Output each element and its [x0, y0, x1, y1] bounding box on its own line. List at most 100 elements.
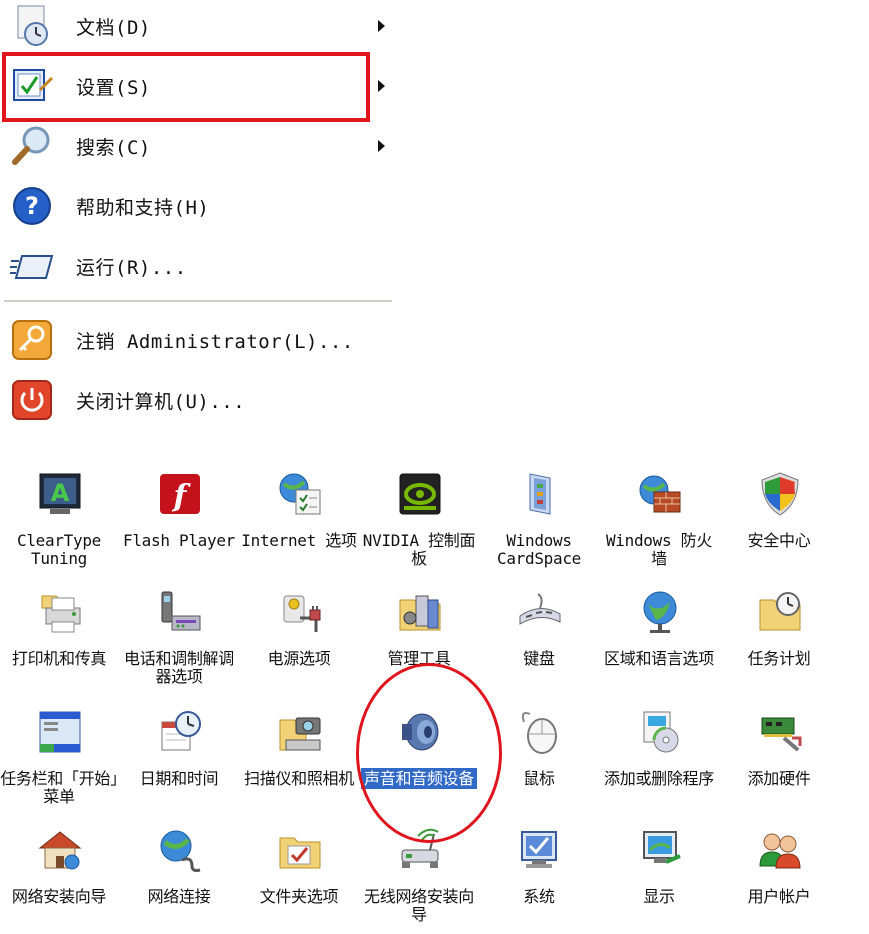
network-wizard-icon [36, 826, 84, 874]
cp-item-label: Windows 防火墙 [605, 531, 713, 568]
cp-item-scheduled-tasks[interactable]: 任务计划 [720, 578, 838, 696]
admin-tools-icon [396, 588, 444, 636]
cp-item-region[interactable]: 区域和语言选项 [600, 578, 718, 696]
menu-item-shutdown[interactable]: 关闭计算机(U)... [0, 370, 392, 430]
menu-item-help[interactable]: ? 帮助和支持(H) [0, 176, 392, 236]
cp-item-label: 日期和时间 [139, 769, 219, 788]
cp-item-label: 任务计划 [747, 649, 811, 668]
cp-item-label: Internet 选项 [241, 531, 357, 550]
add-hardware-icon [756, 708, 804, 756]
internet-options-icon [276, 470, 324, 518]
user-accounts-icon [756, 826, 804, 874]
cardspace-icon [516, 470, 564, 518]
cp-item-label: 系统 [523, 887, 555, 906]
submenu-arrow-icon [378, 20, 385, 32]
cp-item-label: 区域和语言选项 [604, 649, 714, 668]
menu-item-label: 注销 Administrator(L)... [76, 330, 354, 353]
cp-item-label: 打印机和传真 [11, 649, 107, 668]
keyboard-icon [516, 588, 564, 636]
menu-item-label: 帮助和支持(H) [76, 196, 210, 219]
cp-item-add-remove[interactable]: 添加或删除程序 [600, 698, 718, 816]
flash-icon: f [156, 470, 204, 518]
cp-item-datetime[interactable]: 日期和时间 [120, 698, 238, 816]
firewall-icon [636, 470, 684, 518]
cp-item-wireless-wizard[interactable]: 无线网络安装向导 [360, 816, 478, 934]
cp-item-internet-options[interactable]: Internet 选项 [240, 460, 358, 578]
start-menu: 文档(D) 设置(S) 搜索(C) ? 帮助和支持(H) 运行(R)... 注销… [0, 0, 400, 430]
menu-item-logoff[interactable]: 注销 Administrator(L)... [0, 310, 392, 370]
cp-item-firewall[interactable]: Windows 防火墙 [600, 460, 718, 578]
cp-item-label: ClearType Tuning [17, 531, 101, 568]
cp-item-label: 鼠标 [523, 769, 555, 788]
cp-item-nvidia[interactable]: NVIDIA 控制面板 [360, 460, 478, 578]
help-icon: ? [10, 184, 54, 228]
add-remove-icon [636, 708, 684, 756]
control-panel-grid: A ClearType Tuning f Flash Player Intern… [0, 450, 869, 931]
cp-item-label: Flash Player [123, 531, 235, 550]
menu-item-run[interactable]: 运行(R)... [0, 236, 392, 296]
cp-item-label: NVIDIA 控制面板 [362, 531, 476, 568]
region-icon [636, 588, 684, 636]
cp-item-network-connections[interactable]: 网络连接 [120, 816, 238, 934]
network-connections-icon [156, 826, 204, 874]
menu-item-documents[interactable]: 文档(D) [0, 0, 392, 56]
cp-item-sound[interactable]: 声音和音频设备 [360, 698, 478, 816]
mouse-icon [516, 708, 564, 756]
cp-item-label: 键盘 [523, 649, 555, 668]
power-icon [276, 588, 324, 636]
cp-item-cardspace[interactable]: Windows CardSpace [480, 460, 598, 578]
svg-text:?: ? [25, 192, 39, 220]
cp-item-label: 显示 [643, 887, 675, 906]
datetime-icon [156, 708, 204, 756]
cp-item-folder-options[interactable]: 文件夹选项 [240, 816, 358, 934]
cleartype-icon: A [36, 470, 84, 518]
cp-item-add-hardware[interactable]: 添加硬件 [720, 698, 838, 816]
scanner-icon [276, 708, 324, 756]
cp-item-label: 安全中心 [747, 531, 811, 550]
cp-item-label: 添加或删除程序 [604, 769, 714, 788]
cp-item-taskbar[interactable]: 任务栏和「开始」菜单 [0, 698, 118, 816]
wireless-wizard-icon [396, 826, 444, 874]
run-icon [10, 244, 54, 288]
menu-item-label: 文档(D) [76, 16, 151, 39]
cp-item-label: 电源选项 [267, 649, 331, 668]
cp-item-user-accounts[interactable]: 用户帐户 [720, 816, 838, 934]
menu-item-label: 搜索(C) [76, 136, 151, 159]
cp-item-mouse[interactable]: 鼠标 [480, 698, 598, 816]
folder-options-icon [276, 826, 324, 874]
cp-item-security-center[interactable]: 安全中心 [720, 460, 838, 578]
cp-item-cleartype[interactable]: A ClearType Tuning [0, 460, 118, 578]
menu-item-label: 设置(S) [76, 76, 151, 99]
cp-item-label: 网络连接 [147, 887, 211, 906]
sound-icon [396, 708, 444, 756]
settings-icon [10, 64, 54, 108]
menu-separator [4, 300, 392, 302]
logoff-icon [10, 318, 54, 362]
cp-item-label: 添加硬件 [747, 769, 811, 788]
nvidia-icon [396, 470, 444, 518]
security-center-icon [756, 470, 804, 518]
cp-item-printers[interactable]: 打印机和传真 [0, 578, 118, 696]
cp-item-admin-tools[interactable]: 管理工具 [360, 578, 478, 696]
menu-item-settings[interactable]: 设置(S) [0, 56, 392, 116]
cp-item-label: Windows CardSpace [497, 531, 581, 568]
cp-item-power[interactable]: 电源选项 [240, 578, 358, 696]
cp-item-system[interactable]: 系统 [480, 816, 598, 934]
cp-item-label: 任务栏和「开始」菜单 [0, 769, 118, 806]
menu-item-search[interactable]: 搜索(C) [0, 116, 392, 176]
menu-item-label: 关闭计算机(U)... [76, 390, 246, 413]
printer-icon [36, 588, 84, 636]
cp-item-network-wizard[interactable]: 网络安装向导 [0, 816, 118, 934]
scheduled-tasks-icon [756, 588, 804, 636]
cp-item-phone-modem[interactable]: 电话和调制解调器选项 [120, 578, 238, 696]
cp-item-keyboard[interactable]: 键盘 [480, 578, 598, 696]
system-icon [516, 826, 564, 874]
cp-item-scanner[interactable]: 扫描仪和照相机 [240, 698, 358, 816]
svg-text:A: A [51, 479, 70, 507]
cp-item-display[interactable]: 显示 [600, 816, 718, 934]
cp-item-label: 电话和调制解调器选项 [124, 649, 234, 686]
shutdown-icon [10, 378, 54, 422]
menu-item-label: 运行(R)... [76, 256, 187, 279]
cp-item-flash[interactable]: f Flash Player [120, 460, 238, 578]
cp-item-label: 用户帐户 [747, 887, 811, 906]
